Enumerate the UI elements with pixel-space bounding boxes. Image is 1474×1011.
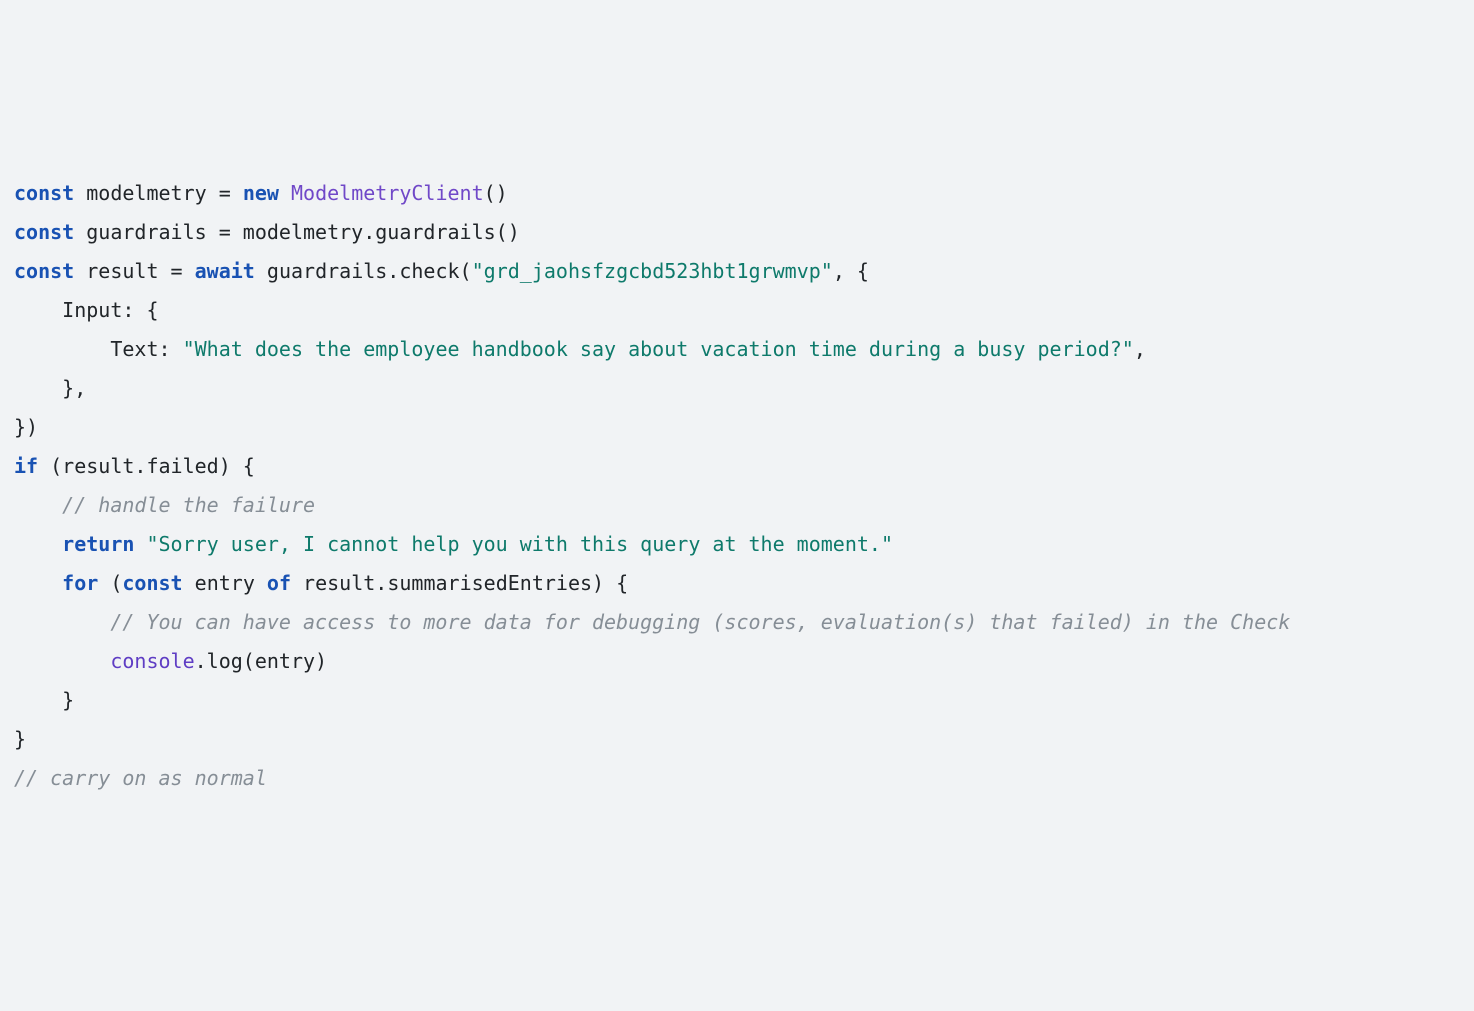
- string-literal: "grd_jaohsfzgcbd523hbt1grwmvp": [472, 259, 833, 283]
- parentheses: (): [484, 181, 508, 205]
- keyword-const: const: [122, 571, 182, 595]
- comment: // You can have access to more data for …: [110, 610, 1290, 634]
- keyword-const: const: [14, 259, 74, 283]
- comment: // carry on as normal: [14, 766, 267, 790]
- operator-equals: =: [219, 181, 231, 205]
- punctuation: , {: [833, 259, 869, 283]
- identifier: result: [74, 259, 170, 283]
- code-line-6: Text: "What does the employee handbook s…: [14, 330, 1460, 369]
- console-object: console: [110, 649, 194, 673]
- code-line-14: for (const entry of result.summarisedEnt…: [14, 564, 1460, 603]
- string-literal: "Sorry user, I cannot help you with this…: [146, 532, 893, 556]
- class-name: ModelmetryClient: [291, 181, 484, 205]
- operator-equals: =: [171, 259, 183, 283]
- expression: modelmetry.guardrails(): [231, 220, 520, 244]
- property: Text:: [14, 337, 183, 361]
- code-line-1: const modelmetry = new ModelmetryClient(…: [14, 174, 1460, 213]
- keyword-await: await: [195, 259, 255, 283]
- keyword-if: if: [14, 454, 38, 478]
- code-line-5: Input: {: [14, 291, 1460, 330]
- operator-equals: =: [219, 220, 231, 244]
- code-line-20: // carry on as normal: [14, 759, 1460, 798]
- keyword-new: new: [243, 181, 279, 205]
- identifier: entry: [183, 571, 267, 595]
- identifier: guardrails: [74, 220, 219, 244]
- code-line-2: const guardrails = modelmetry.guardrails…: [14, 213, 1460, 252]
- code-line-18: }: [14, 720, 1460, 759]
- keyword-of: of: [267, 571, 291, 595]
- expression: guardrails.check(: [255, 259, 472, 283]
- keyword-const: const: [14, 181, 74, 205]
- code-line-7: },: [14, 369, 1460, 408]
- keyword-const: const: [14, 220, 74, 244]
- punctuation: (: [98, 571, 122, 595]
- identifier: modelmetry: [74, 181, 219, 205]
- keyword-for: for: [62, 571, 98, 595]
- code-line-10: if (result.failed) {: [14, 447, 1460, 486]
- code-line-16: console.log(entry): [14, 642, 1460, 681]
- expression: (result.failed) {: [38, 454, 255, 478]
- keyword-return: return: [62, 532, 134, 556]
- comment: // handle the failure: [62, 493, 315, 517]
- method-call: .log(entry): [195, 649, 327, 673]
- code-line-17: }: [14, 681, 1460, 720]
- code-line-12: return "Sorry user, I cannot help you wi…: [14, 525, 1460, 564]
- code-line-4: const result = await guardrails.check("g…: [14, 252, 1460, 291]
- expression: result.summarisedEntries) {: [291, 571, 628, 595]
- code-block: const modelmetry = new ModelmetryClient(…: [14, 174, 1460, 798]
- code-line-11: // handle the failure: [14, 486, 1460, 525]
- punctuation: ,: [1134, 337, 1146, 361]
- string-literal: "What does the employee handbook say abo…: [183, 337, 1134, 361]
- code-line-15: // You can have access to more data for …: [14, 603, 1460, 642]
- code-line-8: }): [14, 408, 1460, 447]
